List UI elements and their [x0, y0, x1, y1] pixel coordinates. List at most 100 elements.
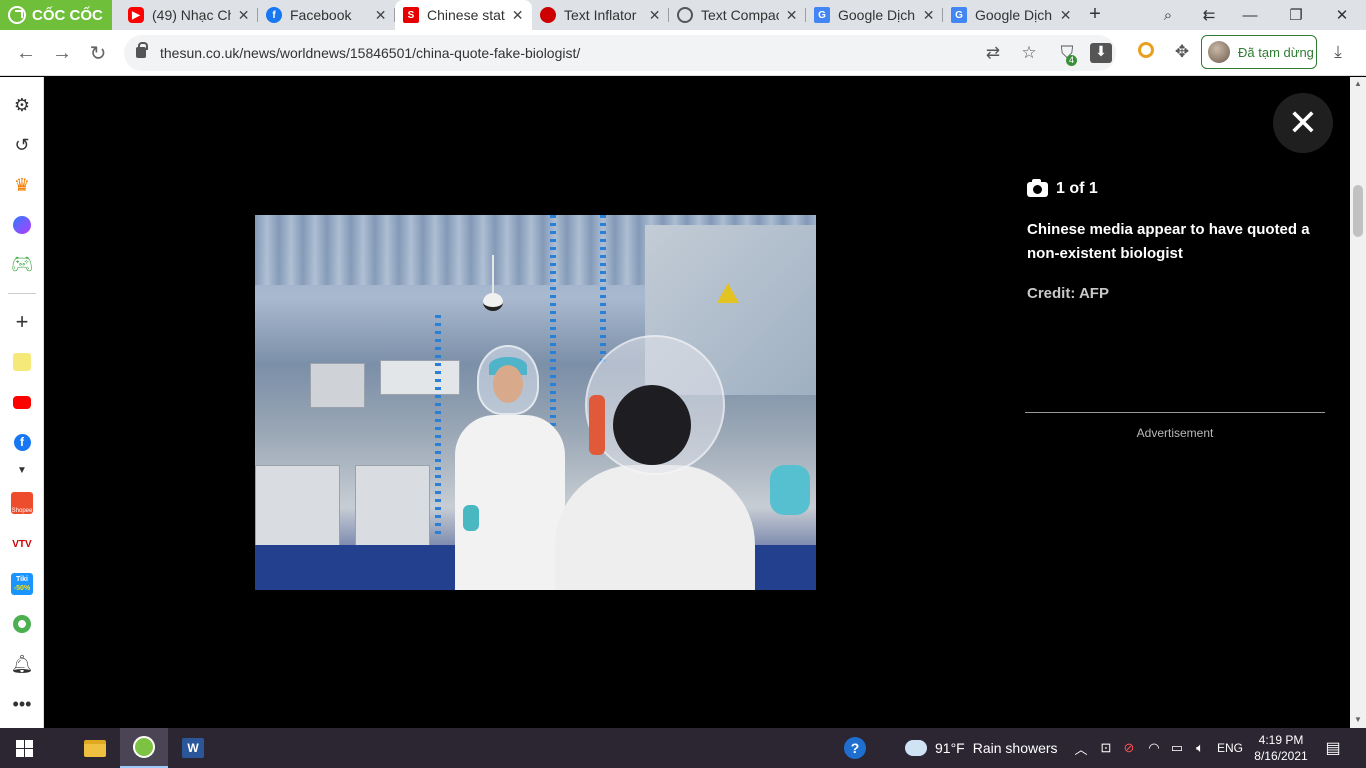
- extension-badge: 4: [1066, 55, 1077, 66]
- address-bar[interactable]: thesun.co.uk/news/worldnews/15846501/chi…: [124, 35, 1116, 71]
- battery-button[interactable]: ▭: [1166, 728, 1188, 768]
- close-gallery-button[interactable]: ✕: [1273, 93, 1333, 153]
- volume-button[interactable]: 🔈︎: [1189, 728, 1211, 768]
- network-warning-button[interactable]: ⊘: [1118, 728, 1140, 768]
- start-button[interactable]: [0, 728, 48, 768]
- gallery-viewer: [45, 77, 1350, 728]
- add-icon[interactable]: +: [10, 309, 34, 334]
- weather-widget[interactable]: 91°F Rain showers: [902, 728, 1065, 768]
- wifi-icon: ◠: [1148, 740, 1160, 755]
- biohazard-sign: [717, 283, 739, 303]
- meet-now-button[interactable]: ⊡: [1095, 728, 1117, 768]
- download-page-icon[interactable]: ⬇: [1090, 43, 1112, 63]
- tab-label: Chinese stat: [427, 7, 505, 23]
- notifications-button[interactable]: ▤: [1318, 728, 1348, 768]
- youtube-icon: ▶: [128, 7, 144, 23]
- facebook-icon[interactable]: f: [10, 430, 34, 454]
- profile-button[interactable]: Đã tạm dừng: [1201, 35, 1317, 69]
- close-tab-icon[interactable]: ✕: [237, 7, 250, 24]
- coccoc-logo-text: CỐC CỐC: [32, 6, 103, 24]
- coccoc-extension-icon[interactable]: [1135, 42, 1157, 64]
- close-tab-icon[interactable]: ✕: [511, 7, 524, 24]
- vtv-label: VTV: [12, 538, 32, 550]
- coccoc-logo[interactable]: CỐC CỐC: [0, 0, 112, 30]
- back-button[interactable]: ←: [13, 40, 39, 66]
- photo-credit: Credit: AFP: [1027, 285, 1109, 302]
- photo-counter-text: 1 of 1: [1056, 180, 1098, 197]
- downloads-icon[interactable]: ⤓: [1327, 42, 1349, 64]
- maximize-button[interactable]: ❐: [1273, 0, 1319, 30]
- close-tab-icon[interactable]: ✕: [374, 7, 387, 24]
- sidebar-toggle-icon[interactable]: ⇇: [1186, 0, 1232, 30]
- clock[interactable]: 4:19 PM 8/16/2021: [1250, 728, 1312, 768]
- youtube-icon[interactable]: [10, 390, 34, 414]
- tab-facebook[interactable]: f Facebook ✕: [258, 0, 395, 30]
- coccoc-taskbar-button[interactable]: [120, 728, 168, 768]
- close-tab-icon[interactable]: ✕: [785, 7, 798, 24]
- gallery-photo[interactable]: [255, 215, 816, 590]
- tab-label: Google Dịch: [975, 7, 1053, 23]
- bell-icon[interactable]: 🔔︎: [10, 652, 34, 676]
- windows-logo-icon: [15, 739, 33, 757]
- tab-label: Text Compac: [701, 7, 780, 23]
- tab-youtube[interactable]: ▶ (49) Nhạc Ch ✕: [120, 0, 258, 30]
- avatar: [1208, 41, 1230, 63]
- messenger-icon[interactable]: [10, 213, 34, 237]
- bookmark-star-icon[interactable]: ☆: [1018, 43, 1040, 63]
- crown-icon[interactable]: ♛: [10, 173, 34, 197]
- settings-icon[interactable]: ⚙: [10, 93, 34, 117]
- history-icon[interactable]: ↺: [10, 133, 34, 157]
- file-explorer-button[interactable]: [72, 728, 118, 768]
- lock-icon[interactable]: [136, 42, 148, 58]
- close-tab-icon[interactable]: ✕: [1059, 7, 1072, 24]
- vtv-go-icon[interactable]: VTV: [10, 532, 34, 556]
- security-camera: [483, 255, 503, 315]
- scientist-left: [455, 345, 565, 590]
- tray-overflow-button[interactable]: ︿: [1070, 728, 1092, 768]
- caption-panel: 1 of 1 Chinese media appear to have quot…: [1027, 178, 1332, 302]
- close-tab-icon[interactable]: ✕: [648, 7, 661, 24]
- word-icon: W: [182, 738, 204, 758]
- more-icon[interactable]: •••: [10, 692, 34, 716]
- help-button[interactable]: ?: [840, 728, 870, 768]
- facebook-icon: f: [266, 7, 282, 23]
- tab-google-translate-2[interactable]: G Google Dịch ✕: [943, 0, 1080, 30]
- new-tab-button[interactable]: +: [1084, 3, 1106, 26]
- tab-label: (49) Nhạc Ch: [152, 7, 232, 23]
- minimize-button[interactable]: —: [1227, 0, 1273, 30]
- notes-icon[interactable]: [10, 350, 34, 374]
- coccoc-logo-icon: [8, 6, 26, 24]
- browser-toolbar: ← → ↻ thesun.co.uk/news/worldnews/158465…: [0, 30, 1366, 76]
- translate-icon[interactable]: ⇄: [982, 43, 1004, 63]
- tab-text-compact[interactable]: Text Compac ✕: [669, 0, 806, 30]
- tiki-icon[interactable]: Tiki -50%: [10, 572, 34, 596]
- url-text[interactable]: thesun.co.uk/news/worldnews/15846501/chi…: [160, 45, 580, 61]
- coccoc-icon: [133, 736, 155, 758]
- scroll-down-icon[interactable]: ▼: [1354, 715, 1362, 724]
- close-window-button[interactable]: ✕: [1319, 0, 1365, 30]
- shopee-icon[interactable]: Shopee: [10, 491, 34, 515]
- tab-search-icon[interactable]: ⌕: [1145, 0, 1191, 30]
- tiki-discount: -50%: [13, 585, 31, 592]
- action-center-icon: ▤: [1325, 740, 1341, 757]
- wifi-button[interactable]: ◠: [1143, 728, 1165, 768]
- tab-label: Text Inflator: [564, 7, 637, 23]
- chevron-down-icon[interactable]: ▼: [10, 458, 34, 482]
- close-tab-icon[interactable]: ✕: [922, 7, 935, 24]
- extensions-puzzle-icon[interactable]: ✥: [1171, 42, 1193, 64]
- language-indicator[interactable]: ENG: [1214, 728, 1246, 768]
- word-taskbar-button[interactable]: W: [170, 728, 216, 768]
- scroll-up-icon[interactable]: ▲: [1354, 79, 1362, 88]
- soccer-icon[interactable]: [10, 612, 34, 636]
- tab-label: Facebook: [290, 7, 352, 23]
- page-scrollbar[interactable]: ▲ ▼: [1350, 77, 1366, 728]
- forward-button[interactable]: →: [49, 40, 75, 66]
- photo-caption: Chinese media appear to have quoted a no…: [1027, 221, 1310, 262]
- windows-taskbar: W ? 91°F Rain showers ︿ ⊡ ⊘ ◠ ▭ 🔈︎ ENG 4…: [0, 728, 1366, 768]
- tab-thesun[interactable]: S Chinese stat ✕: [395, 0, 532, 30]
- tab-text-inflator[interactable]: Text Inflator ✕: [532, 0, 669, 30]
- scroll-thumb[interactable]: [1353, 185, 1363, 237]
- game-controller-icon[interactable]: 🎮︎: [10, 252, 34, 276]
- tab-google-translate-1[interactable]: G Google Dịch ✕: [806, 0, 943, 30]
- reload-button[interactable]: ↻: [85, 40, 111, 66]
